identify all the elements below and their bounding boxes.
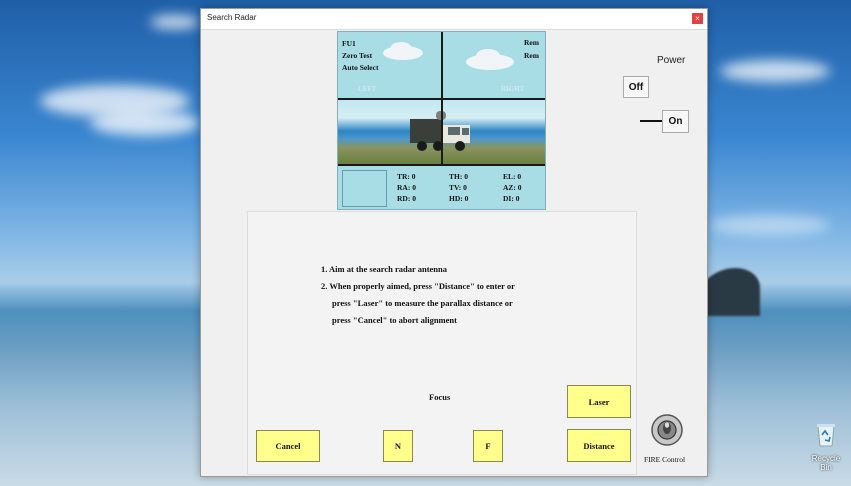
viewer-cloud — [476, 49, 500, 63]
status-line-unit: FU1 — [342, 39, 356, 48]
status-rem-2: Rem — [524, 51, 539, 60]
readout-az: AZ: 0 — [503, 183, 522, 192]
camera-viewer: FU1 Zero Test Auto Select Rem Rem LEFT R… — [337, 31, 546, 210]
status-rem-1: Rem — [524, 38, 539, 47]
readout-hd: HD: 0 — [449, 194, 469, 203]
instruction-line-2: 2. When properly aimed, press "Distance"… — [321, 281, 515, 291]
focus-label: Focus — [429, 392, 451, 402]
right-quadrant-label: RIGHT — [501, 85, 525, 93]
cancel-button[interactable]: Cancel — [256, 430, 320, 462]
focus-near-button[interactable]: N — [383, 430, 413, 462]
readout-tv: TV: 0 — [449, 183, 467, 192]
toggle-switch-icon[interactable] — [650, 412, 684, 450]
viewer-cloud — [390, 42, 412, 56]
viewer-divider — [338, 164, 545, 166]
status-line-mode: Zero Test — [342, 51, 373, 60]
radar-truck-image — [410, 111, 470, 151]
instruction-line-1: 1. Aim at the search radar antenna — [321, 264, 448, 274]
headland — [700, 268, 760, 316]
title-bar: Search Radar × — [201, 9, 707, 30]
readout-el: EL: 0 — [503, 172, 522, 181]
sky-cloud — [720, 60, 830, 82]
window-title: Search Radar — [207, 13, 257, 22]
close-button[interactable]: × — [692, 13, 703, 24]
recycle-bin-label: Recycle Bin — [811, 454, 841, 472]
readout-tr: TR: 0 — [397, 172, 416, 181]
sky-cloud — [150, 15, 200, 29]
power-switch-line — [640, 120, 662, 122]
readout-col-3: EL: 0 AZ: 0 DI: 0 — [503, 171, 522, 204]
target-box — [342, 170, 387, 207]
viewer-status-left: FU1 Zero Test Auto Select — [342, 38, 378, 74]
search-radar-window: Search Radar × FU1 Zero Test Auto Select… — [200, 8, 708, 477]
power-on-button[interactable]: On — [662, 110, 689, 133]
viewer-status-right: Rem Rem — [524, 36, 539, 62]
recycle-bin-icon — [817, 424, 835, 447]
laser-button[interactable]: Laser — [567, 385, 631, 418]
distance-button[interactable]: Distance — [567, 429, 631, 462]
readout-ra: RA: 0 — [397, 183, 416, 192]
sky-cloud — [90, 110, 200, 136]
power-label: Power — [657, 55, 686, 66]
power-off-button[interactable]: Off — [623, 76, 649, 98]
status-line-select: Auto Select — [342, 63, 379, 72]
instruction-line-4: press "Cancel" to abort alignment — [332, 315, 457, 325]
readout-col-2: TH: 0 TV: 0 HD: 0 — [449, 171, 468, 204]
left-quadrant-label: LEFT — [358, 85, 377, 93]
focus-far-button[interactable]: F — [473, 430, 503, 462]
readout-th: TH: 0 — [449, 172, 468, 181]
instruction-line-3: press "Laser" to measure the parallax di… — [332, 298, 513, 308]
fire-control-label: FIRE Control — [644, 455, 686, 464]
sky-cloud — [710, 215, 830, 235]
readout-di: DI: 0 — [503, 194, 520, 203]
readout-col-1: TR: 0 RA: 0 RD: 0 — [397, 171, 416, 204]
readout-rd: RD: 0 — [397, 194, 416, 203]
alignment-instructions: 1. Aim at the search radar antenna 2. Wh… — [321, 261, 515, 329]
recycle-bin-shortcut[interactable]: Recycle Bin — [806, 421, 846, 472]
crosshair-horizontal — [338, 98, 545, 100]
